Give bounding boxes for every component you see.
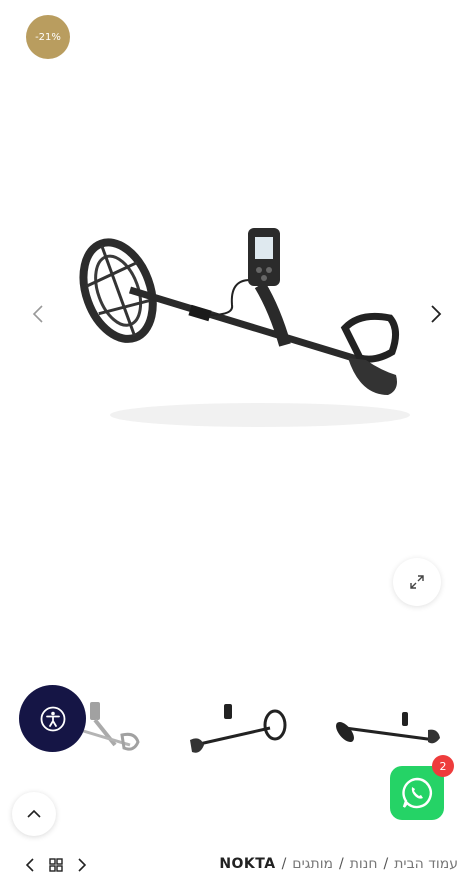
chevron-right-icon <box>431 305 442 323</box>
gallery-prev-button[interactable] <box>26 300 50 328</box>
breadcrumb-separator: / <box>281 856 287 872</box>
back-to-shop-button[interactable] <box>46 856 66 874</box>
product-image <box>79 228 410 427</box>
breadcrumb-brands[interactable]: מותגים <box>292 856 333 872</box>
chevron-right-icon <box>78 858 86 872</box>
notification-count: 2 <box>432 755 454 777</box>
whatsapp-icon <box>402 777 432 809</box>
breadcrumb-shop[interactable]: חנות <box>350 856 378 872</box>
breadcrumb-home[interactable]: עמוד הבית <box>394 856 458 872</box>
grid-icon <box>49 858 63 872</box>
chevron-left-icon <box>26 858 34 872</box>
breadcrumb-current: NOKTA <box>219 856 276 872</box>
accessibility-icon <box>40 706 65 731</box>
accessibility-button[interactable] <box>19 685 86 752</box>
breadcrumb-separator: / <box>383 856 389 872</box>
breadcrumb-separator: / <box>339 856 344 872</box>
scroll-to-top-button[interactable] <box>12 792 56 836</box>
chevron-left-icon <box>32 305 43 323</box>
prev-product-button[interactable] <box>20 856 40 874</box>
next-product-button[interactable] <box>72 856 92 874</box>
bottom-bar: עמוד הבית / חנות / מותגים / NOKTA <box>0 848 474 882</box>
expand-icon <box>410 575 424 589</box>
breadcrumb: עמוד הבית / חנות / מותגים / NOKTA <box>219 856 458 872</box>
gallery-next-button[interactable] <box>424 300 448 328</box>
zoom-button[interactable] <box>393 558 441 606</box>
chevron-up-icon <box>27 809 41 818</box>
thumbnail-2[interactable] <box>180 690 295 770</box>
thumbnail-3[interactable] <box>330 690 445 770</box>
discount-badge: -21% <box>26 15 70 59</box>
